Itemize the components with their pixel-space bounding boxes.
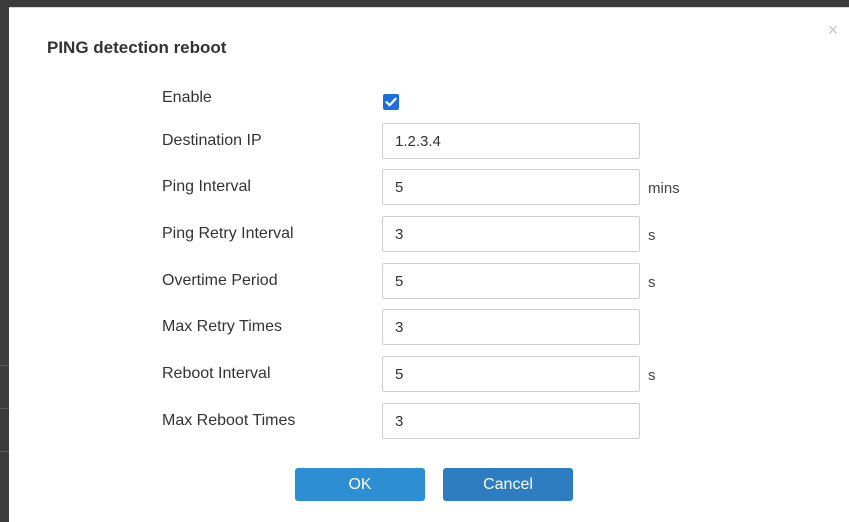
reboot-interval-unit: s	[648, 367, 656, 384]
ping-interval-label: Ping Interval	[162, 178, 251, 195]
reboot-interval-row: Reboot Interval s	[9, 356, 849, 392]
max-retry-times-input[interactable]	[382, 309, 640, 345]
ping-interval-input[interactable]	[382, 169, 640, 205]
cancel-button[interactable]: Cancel	[443, 468, 573, 501]
reboot-interval-input[interactable]	[382, 356, 640, 392]
ping-detection-reboot-dialog: × PING detection reboot Enable Destinati…	[9, 7, 849, 522]
max-reboot-times-input[interactable]	[382, 403, 640, 439]
enable-row: Enable	[9, 80, 849, 116]
overtime-period-unit: s	[648, 274, 656, 291]
ping-retry-interval-unit: s	[648, 227, 656, 244]
max-retry-times-row: Max Retry Times	[9, 309, 849, 345]
max-reboot-times-row: Max Reboot Times	[9, 403, 849, 439]
reboot-interval-label: Reboot Interval	[162, 365, 271, 382]
ping-retry-interval-label: Ping Retry Interval	[162, 225, 294, 242]
max-retry-times-label: Max Retry Times	[162, 318, 283, 335]
ping-interval-row: Ping Interval mins	[9, 169, 849, 205]
enable-checkbox[interactable]	[383, 94, 399, 110]
dialog-title: PING detection reboot	[47, 38, 227, 57]
destination-ip-row: Destination IP	[9, 123, 849, 159]
checkmark-icon	[385, 97, 397, 107]
destination-ip-label: Destination IP	[162, 132, 262, 149]
ping-interval-unit: mins	[648, 180, 680, 197]
overtime-period-label: Overtime Period	[162, 272, 278, 289]
ping-retry-interval-input[interactable]	[382, 216, 640, 252]
ok-button[interactable]: OK	[295, 468, 425, 501]
max-reboot-times-label: Max Reboot Times	[162, 412, 296, 429]
close-icon[interactable]: ×	[825, 21, 841, 39]
destination-ip-input[interactable]	[382, 123, 640, 159]
ping-retry-interval-row: Ping Retry Interval s	[9, 216, 849, 252]
overtime-period-row: Overtime Period s	[9, 263, 849, 299]
overtime-period-input[interactable]	[382, 263, 640, 299]
enable-label: Enable	[162, 89, 212, 106]
